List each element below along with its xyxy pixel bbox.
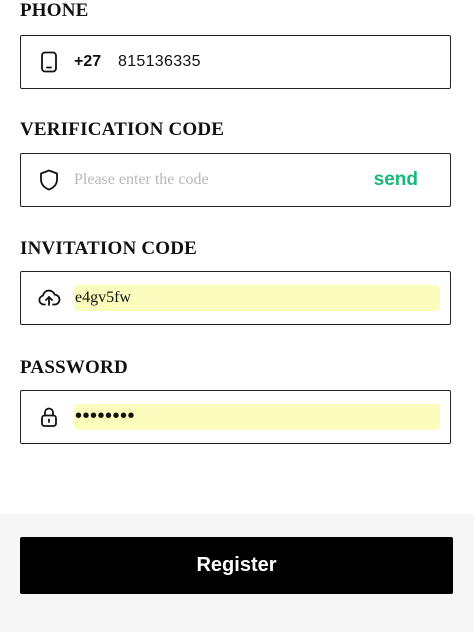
password-field[interactable]: •••••••• <box>20 390 451 444</box>
invitation-code-input[interactable]: e4gv5fw <box>75 287 131 309</box>
verification-code-field[interactable]: Please enter the code send <box>20 153 451 207</box>
password-label: PASSWORD <box>20 357 128 378</box>
invitation-code-field[interactable]: e4gv5fw <box>20 271 451 325</box>
password-input[interactable]: •••••••• <box>75 403 135 429</box>
verification-code-label: VERIFICATION CODE <box>20 119 225 140</box>
register-button[interactable]: Register <box>20 537 453 594</box>
invitation-code-label: INVITATION CODE <box>20 238 198 259</box>
upload-cloud-icon <box>37 286 61 310</box>
country-code[interactable]: +27 <box>74 51 101 73</box>
phone-icon <box>37 50 61 74</box>
phone-input[interactable]: 815136335 <box>118 51 201 73</box>
shield-icon <box>37 168 61 192</box>
lock-icon <box>37 405 61 429</box>
phone-label: PHONE <box>20 0 89 21</box>
phone-field[interactable]: +27 815136335 <box>20 35 451 89</box>
send-code-button[interactable]: send <box>374 168 418 192</box>
verification-code-input[interactable]: Please enter the code <box>74 169 209 191</box>
